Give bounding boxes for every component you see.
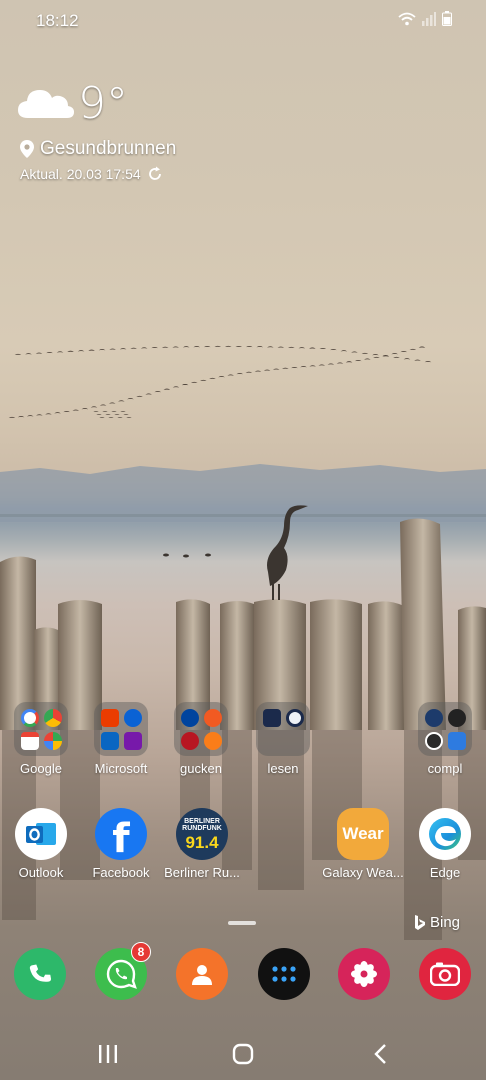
app-facebook[interactable]: f Facebook xyxy=(80,808,162,880)
folder-label: Google xyxy=(20,761,62,776)
signal-icon xyxy=(422,11,436,26)
battery-icon xyxy=(442,11,452,26)
app-galaxy-wearable[interactable]: Wear Galaxy Wea... xyxy=(322,808,404,880)
status-bar: 18:12 xyxy=(0,0,486,40)
gallery-icon[interactable] xyxy=(338,948,390,1000)
cloud-icon xyxy=(18,90,74,118)
berliner-rundfunk-freq: 91.4 xyxy=(185,832,219,852)
updated-label: Aktual. 20.03 17:54 xyxy=(20,166,141,182)
folder-label: compl xyxy=(427,761,463,776)
home-icon xyxy=(232,1043,254,1065)
ard-icon xyxy=(181,709,199,727)
app-label: Galaxy Wea... xyxy=(322,865,404,880)
folder-label: lesen xyxy=(267,761,299,776)
home-button[interactable] xyxy=(223,1040,263,1068)
wear-text: Wear xyxy=(342,824,384,843)
bing-watermark[interactable]: Bing xyxy=(414,914,460,931)
back-icon xyxy=(374,1044,386,1064)
onedrive-icon xyxy=(124,709,142,727)
google-search-icon xyxy=(21,709,39,727)
heron xyxy=(267,505,308,600)
folder-gucken-box xyxy=(174,702,228,756)
edge-icon xyxy=(419,808,471,860)
folder-gucken[interactable]: gucken xyxy=(166,702,236,776)
facebook-icon: f xyxy=(95,808,147,862)
wifi-icon xyxy=(398,12,416,25)
temperature: 9° xyxy=(78,78,128,129)
app-label: Edge xyxy=(429,865,461,880)
berliner-rundfunk-top: BERLINER xyxy=(184,817,220,825)
ard-mediathek-icon xyxy=(181,732,199,750)
chrome-icon xyxy=(44,709,62,727)
news-app-1-icon xyxy=(263,709,281,727)
onenote-icon xyxy=(124,732,142,750)
dock: 8 xyxy=(0,942,486,1004)
weather-widget[interactable]: 9° Gesundbrunnen Aktual. 20.03 17:54 xyxy=(18,78,278,188)
notification-badge: 8 xyxy=(131,942,151,962)
app-settings-icon xyxy=(425,709,443,727)
shield-icon xyxy=(448,732,466,750)
whatsapp-icon[interactable]: 8 xyxy=(95,942,151,1000)
folder-google-box xyxy=(14,702,68,756)
zdf-icon xyxy=(204,732,222,750)
pen-icon xyxy=(448,709,466,727)
app-label: Outlook xyxy=(18,865,64,880)
back-button[interactable] xyxy=(360,1040,400,1068)
recent-apps-button[interactable] xyxy=(88,1040,128,1068)
location-pin-icon xyxy=(20,140,34,158)
outlook-icon xyxy=(15,808,67,860)
folder-label: Microsoft xyxy=(94,761,148,776)
status-time: 18:12 xyxy=(36,11,79,30)
recent-apps-icon xyxy=(99,1045,117,1063)
app-label: Berliner Ru... xyxy=(164,865,240,880)
location-label: Gesundbrunnen xyxy=(40,138,177,159)
bing-icon xyxy=(415,914,425,930)
folder-google[interactable]: Google xyxy=(6,702,76,776)
app-berliner-rundfunk[interactable]: BERLINER RUNDFUNK 91.4 Berliner Ru... xyxy=(161,808,243,880)
navigation-bar xyxy=(0,1030,486,1080)
folder-compl-box xyxy=(418,702,472,756)
app-row: Outlook f Facebook BERLINER RUNDFUNK 91.… xyxy=(0,808,486,888)
maps-icon xyxy=(44,732,62,750)
app-outlook[interactable]: Outlook xyxy=(0,808,82,880)
berliner-rundfunk-mid: RUNDFUNK xyxy=(182,824,222,832)
gmail-icon xyxy=(21,732,39,750)
phone-icon[interactable] xyxy=(14,948,66,1000)
folder-label: gucken xyxy=(180,761,222,776)
folder-microsoft[interactable]: Microsoft xyxy=(86,702,156,776)
office-icon xyxy=(101,709,119,727)
app-label: Facebook xyxy=(92,865,150,880)
bird-flock xyxy=(8,345,432,418)
weather-updated: Aktual. 20.03 17:54 xyxy=(20,166,163,182)
folder-lesen-box xyxy=(256,702,310,756)
app-drawer-icon[interactable] xyxy=(258,948,310,1000)
refresh-icon[interactable] xyxy=(147,166,163,182)
galaxy-wearable-icon: Wear xyxy=(337,808,389,860)
weather-location: Gesundbrunnen xyxy=(20,138,176,160)
status-icons xyxy=(398,11,452,26)
linkedin-icon xyxy=(101,732,119,750)
berliner-rundfunk-icon: BERLINER RUNDFUNK 91.4 xyxy=(176,808,228,860)
page-indicator[interactable] xyxy=(228,921,256,925)
folder-row: Google Microsoft gucken lesen compl xyxy=(0,702,486,782)
arte-icon xyxy=(204,709,222,727)
camera-icon[interactable] xyxy=(419,948,471,1000)
bing-label: Bing xyxy=(430,914,461,931)
app-edge[interactable]: Edge xyxy=(404,808,486,880)
folder-microsoft-box xyxy=(94,702,148,756)
folder-compl[interactable]: compl xyxy=(410,702,480,776)
contacts-icon[interactable] xyxy=(176,948,228,1000)
folder-lesen[interactable]: lesen xyxy=(248,702,318,776)
at-icon xyxy=(425,732,443,750)
news-app-2-icon xyxy=(286,709,304,727)
